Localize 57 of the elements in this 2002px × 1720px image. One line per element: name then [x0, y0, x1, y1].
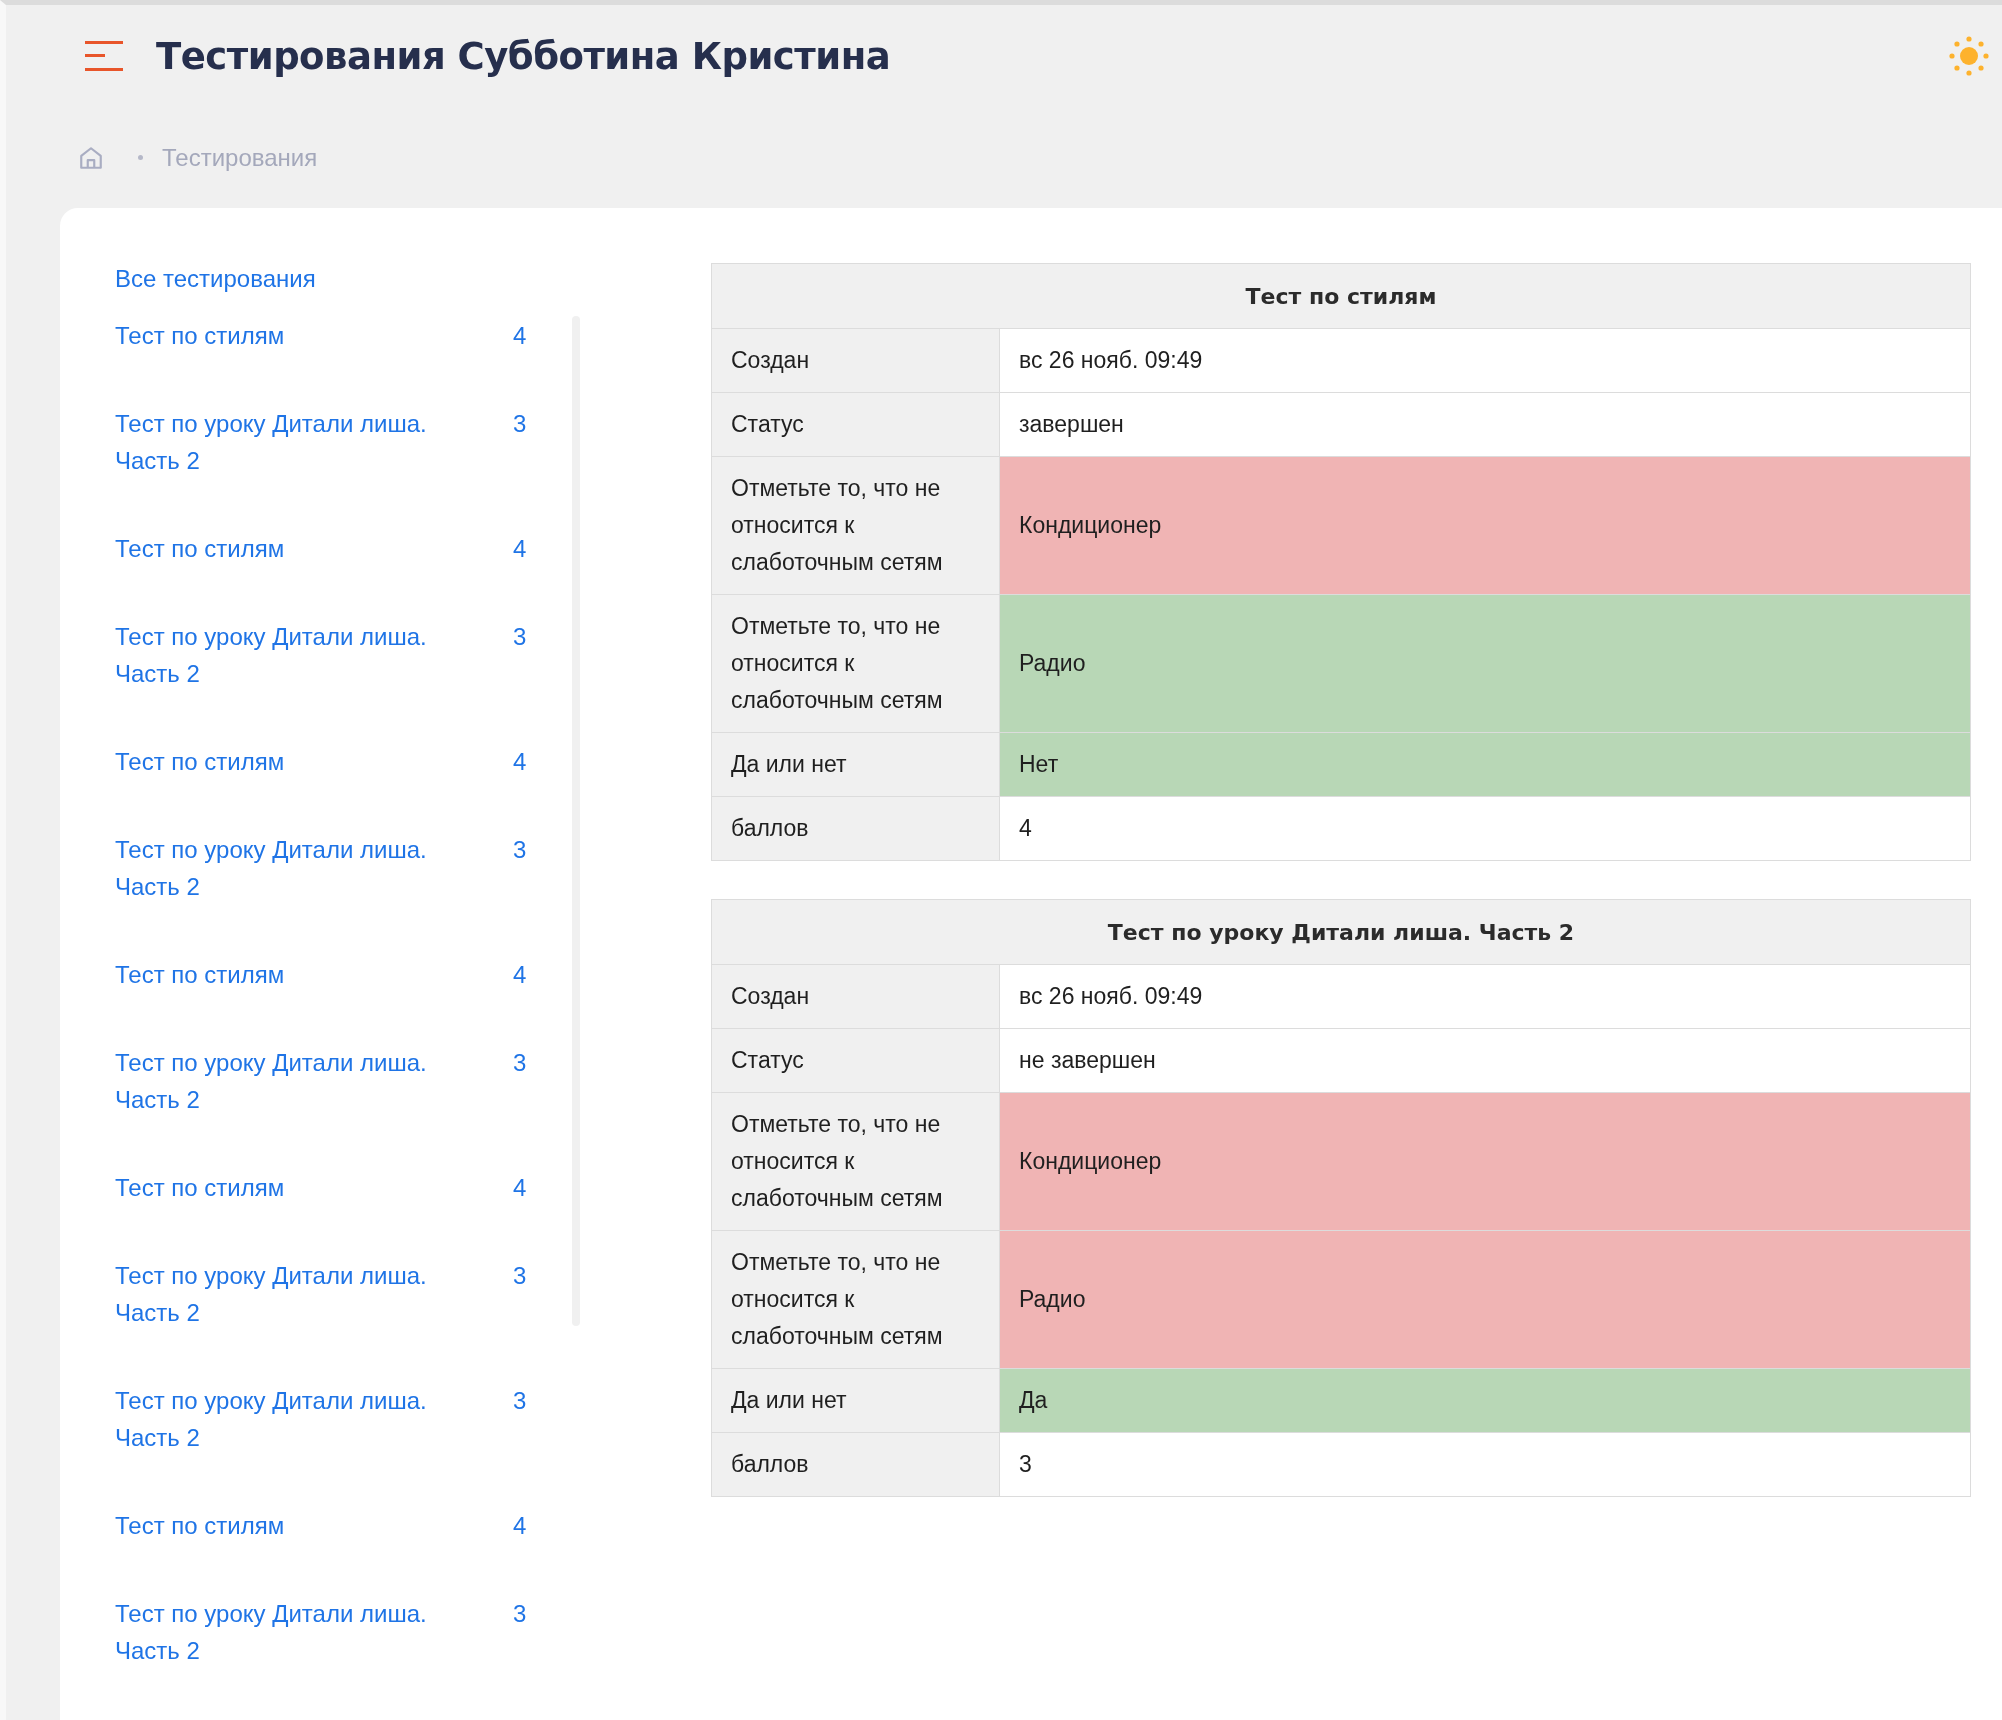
score-count: 3 [513, 1599, 527, 1629]
score-count: 4 [513, 960, 527, 990]
home-icon[interactable] [78, 144, 104, 171]
score-count: 3 [513, 409, 527, 439]
label-cell: Да или нет [712, 1368, 999, 1432]
value-cell: вс 26 нояб. 09:49 [999, 964, 1970, 1028]
menu-icon[interactable] [85, 41, 123, 72]
label-cell: Отметьте то, что не относится к слаботочным сетям [712, 594, 999, 732]
score-count: 3 [513, 835, 527, 865]
score-count: 3 [513, 1048, 527, 1078]
score-count: 3 [513, 1261, 527, 1291]
label-cell: Отметьте то, что не относится к слаботочным сетям [712, 456, 999, 594]
label-cell: Да или нет [712, 732, 999, 796]
sun-icon[interactable] [1948, 35, 1990, 78]
test-link[interactable]: Тест по стилям [115, 1507, 435, 1544]
value-cell: Да [999, 1368, 1970, 1432]
score-count: 4 [513, 747, 527, 777]
label-cell: Создан [712, 328, 999, 392]
test-link[interactable]: Тест по уроку Дитали лиша. Часть 2 [115, 405, 435, 479]
value-cell: Радио [999, 1230, 1970, 1368]
test-link[interactable]: Тест по уроку Дитали лиша. Часть 2 [115, 1382, 435, 1456]
value-cell: вс 26 нояб. 09:49 [999, 328, 1970, 392]
label-cell: Отметьте то, что не относится к слаботочным сетям [712, 1230, 999, 1368]
score-count: 3 [513, 1386, 527, 1416]
value-cell: 3 [999, 1432, 1970, 1496]
score-count: 4 [513, 1511, 527, 1541]
test-link[interactable]: Тест по уроку Дитали лиша. Часть 2 [115, 1044, 435, 1118]
score-count: 4 [513, 534, 527, 564]
test-link[interactable]: Тест по уроку Дитали лиша. Часть 2 [115, 831, 435, 905]
score-count: 4 [513, 1173, 527, 1203]
table-title: Тест по уроку Дитали лиша. Часть 2 [712, 900, 1970, 964]
label-cell: баллов [712, 796, 999, 860]
value-cell: Радио [999, 594, 1970, 732]
label-cell: Статус [712, 392, 999, 456]
value-cell: завершен [999, 392, 1970, 456]
test-link[interactable]: Тест по стилям [115, 317, 435, 354]
label-cell: Создан [712, 964, 999, 1028]
test-link[interactable]: Тест по стилям [115, 956, 435, 993]
value-cell: 4 [999, 796, 1970, 860]
label-cell: Отметьте то, что не относится к слаботочным сетям [712, 1092, 999, 1230]
test-link[interactable]: Тест по уроку Дитали лиша. Часть 2 [115, 1257, 435, 1331]
all-tests-link[interactable]: Все тестирования [115, 261, 535, 297]
table-title: Тест по стилям [712, 264, 1970, 328]
score-count: 4 [513, 321, 527, 351]
test-link[interactable]: Тест по стилям [115, 743, 435, 780]
label-cell: Статус [712, 1028, 999, 1092]
value-cell: не завершен [999, 1028, 1970, 1092]
page-title: Тестирования Субботина Кристина [156, 33, 891, 80]
score-count: 3 [513, 622, 527, 652]
test-link[interactable]: Тест по стилям [115, 1169, 435, 1206]
label-cell: баллов [712, 1432, 999, 1496]
value-cell: Кондиционер [999, 456, 1970, 594]
test-link[interactable]: Тест по стилям [115, 530, 435, 567]
test-link[interactable]: Тест по уроку Дитали лиша. Часть 2 [115, 618, 435, 692]
value-cell: Нет [999, 732, 1970, 796]
value-cell: Кондиционер [999, 1092, 1970, 1230]
test-link[interactable]: Тест по уроку Дитали лиша. Часть 2 [115, 1595, 435, 1669]
